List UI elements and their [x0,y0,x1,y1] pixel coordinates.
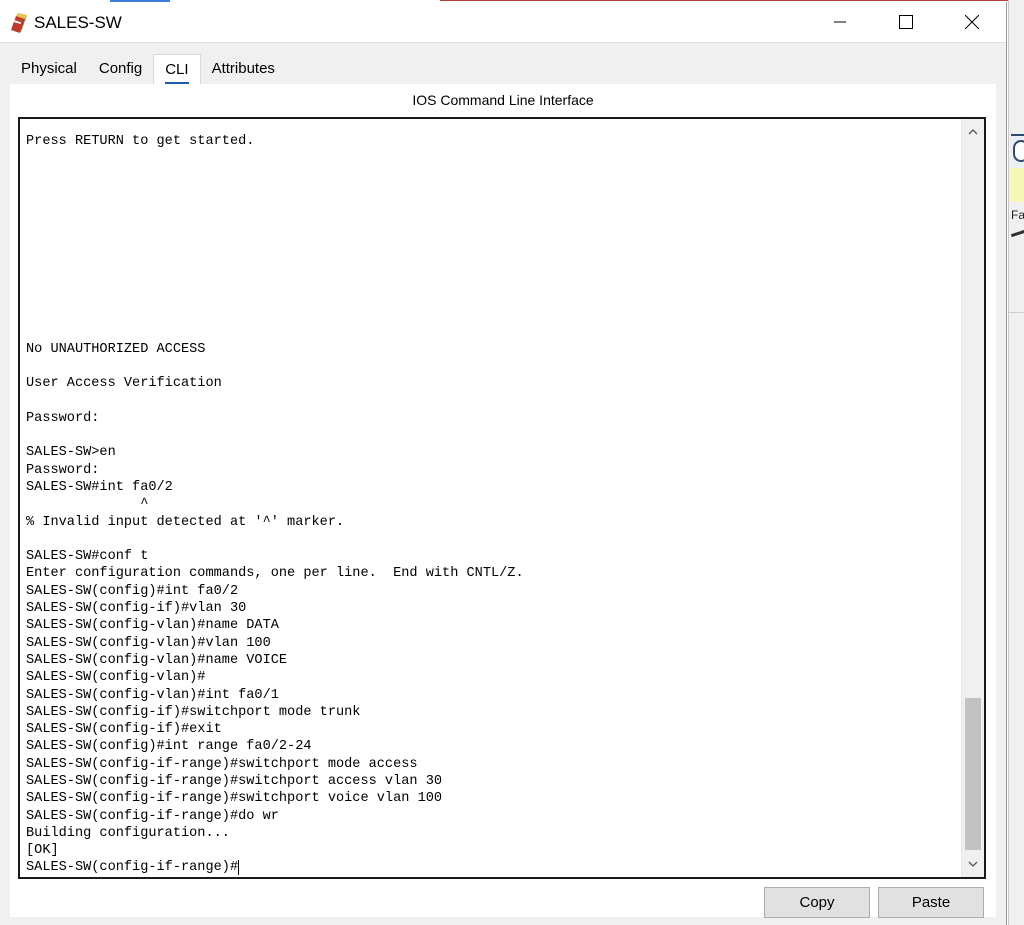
terminal-line: SALES-SW(config-if-range)#switchport acc… [26,773,443,789]
network-switch-icon [11,13,27,33]
background-divider [1009,312,1024,313]
terminal-line: User Access Verification [26,376,222,392]
terminal-line: SALES-SW(config-vlan)#vlan 100 [26,635,271,651]
close-icon [965,15,979,29]
terminal-line: Password: [26,410,100,426]
title-bar[interactable]: SALES-SW [0,2,1006,43]
terminal-line: [OK] [26,843,59,859]
scroll-down-button[interactable] [962,853,984,875]
tab-attributes[interactable]: Attributes [200,54,286,84]
terminal-line: SALES-SW(config-if-range)#switchport mod… [26,756,418,772]
terminal-line: Password: [26,462,100,478]
background-note [1009,168,1024,202]
minimize-icon [834,21,846,23]
terminal-line: ^ [140,497,149,513]
maximize-icon [899,15,913,29]
terminal-line: SALES-SW(config-if-range)#switchport voi… [26,791,443,807]
scroll-up-button[interactable] [962,121,984,143]
terminal-output[interactable]: Press RETURN to get started. No UNAUTHOR… [26,133,956,877]
tab-label: CLI [165,61,189,78]
background-port-label: Fa [1011,208,1024,222]
terminal-line: SALES-SW(config-if)#switchport mode trun… [26,704,361,720]
terminal-line: SALES-SW>en [26,445,116,461]
terminal-line: Press RETURN to get started. [26,134,255,149]
terminal-line: SALES-SW(config-vlan)#int fa0/1 [26,687,279,703]
tab-label: Attributes [211,60,275,77]
background-window-edge [440,0,1024,1]
terminal-line: SALES-SW(config-vlan)#name DATA [26,618,279,634]
terminal-line: SALES-SW(config-if)#vlan 30 [26,601,247,617]
chevron-down-icon [968,861,978,867]
cli-terminal[interactable]: Press RETURN to get started. No UNAUTHOR… [18,117,986,879]
terminal-line: SALES-SW#conf t [26,549,149,565]
paste-button[interactable]: Paste [878,887,984,918]
tab-cli[interactable]: CLI [153,54,201,85]
terminal-scrollbar[interactable] [961,119,984,877]
minimize-button[interactable] [812,2,868,42]
terminal-line: SALES-SW(config)#int fa0/2 [26,583,239,599]
terminal-line: SALES-SW(config-if-range)#do wr [26,808,279,824]
tab-physical[interactable]: Physical [10,54,88,84]
terminal-line: Enter configuration commands, one per li… [26,566,524,582]
maximize-button[interactable] [878,2,934,42]
close-button[interactable] [944,2,1000,42]
background-device-icon [1013,140,1024,162]
scrollbar-thumb[interactable] [965,698,981,850]
terminal-line: % Invalid input detected at '^' marker. [26,514,345,530]
terminal-line: No UNAUTHORIZED ACCESS [26,341,206,357]
device-window: SALES-SW Physical Config CLI Attributes … [0,2,1007,925]
window-title: SALES-SW [34,13,122,32]
tab-label: Physical [21,60,77,77]
tab-label: Config [98,60,143,77]
terminal-line: Building configuration... [26,825,230,841]
tab-config[interactable]: Config [87,54,154,84]
terminal-line: SALES-SW(config)#int range fa0/2-24 [26,739,312,755]
panel-title: IOS Command Line Interface [412,92,594,108]
text-cursor [238,860,240,876]
cli-panel: IOS Command Line Interface Press RETURN … [10,84,996,918]
terminal-line: SALES-SW#int fa0/2 [26,479,173,495]
background-application: Fa [1008,0,1024,925]
chevron-up-icon [968,129,978,135]
terminal-history: Press RETURN to get started. No UNAUTHOR… [26,134,524,858]
terminal-prompt: SALES-SW(config-if-range)# [26,860,239,876]
terminal-line: SALES-SW(config-vlan)#name VOICE [26,652,288,668]
background-link-line [1010,229,1024,238]
terminal-line: SALES-SW(config-vlan)# [26,670,206,686]
copy-button[interactable]: Copy [764,887,870,918]
tab-bar: Physical Config CLI Attributes [10,54,286,85]
terminal-line: SALES-SW(config-if)#exit [26,722,222,738]
